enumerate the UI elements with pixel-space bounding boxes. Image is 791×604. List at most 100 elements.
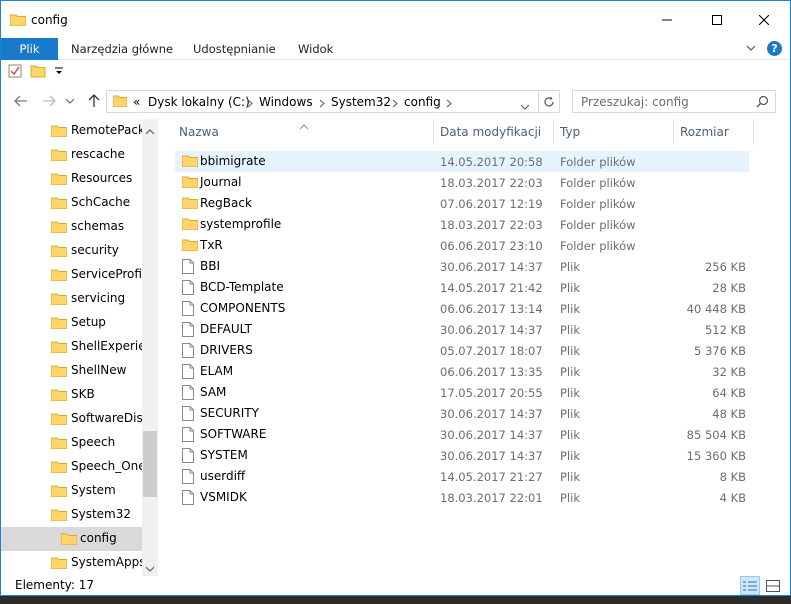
nav-item[interactable]: ServiceProfiles [1, 263, 142, 287]
column-header-type[interactable]: Typ [560, 119, 580, 145]
folder-icon [60, 532, 78, 548]
column-divider[interactable] [753, 119, 754, 145]
scrollbar-thumb[interactable] [143, 431, 157, 497]
forward-button[interactable] [41, 93, 57, 109]
file-date: 06.06.2017 13:14 [440, 302, 543, 316]
explorer-window: config Plik Narzędzia główne Udostępnian… [0, 0, 791, 596]
nav-item[interactable]: Speech_OneCore [1, 455, 142, 479]
nav-item[interactable]: ShellExperiences [1, 335, 142, 359]
minimize-button[interactable] [644, 1, 690, 38]
column-header-size[interactable]: Rozmiar [680, 119, 729, 145]
tab-file[interactable]: Plik [1, 38, 58, 60]
file-row[interactable]: BCD-Template 14.05.2017 21:42 Plik 28 KB [175, 277, 749, 298]
ribbon-expand-button[interactable] [745, 41, 757, 58]
nav-item[interactable]: SoftwareDistribution [1, 407, 142, 431]
help-button[interactable]: ? [767, 41, 782, 56]
nav-item[interactable]: Setup [1, 311, 142, 335]
file-row[interactable]: TxR 06.06.2017 23:10 Folder plików [175, 235, 749, 256]
file-row[interactable]: SOFTWARE 30.06.2017 14:37 Plik 85 504 KB [175, 424, 749, 445]
file-row[interactable]: BBI 30.06.2017 14:37 Plik 256 KB [175, 256, 749, 277]
recent-locations-button[interactable] [65, 93, 75, 109]
breadcrumb-overflow[interactable]: « [133, 95, 140, 109]
file-type: Plik [560, 260, 580, 274]
nav-item[interactable]: security [1, 239, 142, 263]
column-divider[interactable] [673, 119, 674, 145]
address-bar[interactable]: « Dysk lokalny (C:) Windows System32 con… [106, 90, 560, 113]
chevron-right-icon[interactable] [319, 97, 325, 111]
nav-item[interactable]: config [1, 527, 142, 551]
folder-icon [50, 268, 68, 284]
folder-icon [50, 508, 68, 524]
nav-item[interactable]: SKB [1, 383, 142, 407]
nav-item[interactable]: Speech [1, 431, 142, 455]
breadcrumb-config[interactable]: config [404, 95, 441, 109]
column-header-date[interactable]: Data modyfikacji [440, 119, 541, 145]
file-row[interactable]: userdiff 14.05.2017 21:27 Plik 8 KB [175, 466, 749, 487]
file-type: Plik [560, 407, 580, 421]
customize-toolbar-button[interactable] [55, 66, 63, 80]
up-button[interactable] [86, 93, 102, 109]
title-bar[interactable]: config [1, 1, 790, 38]
new-folder-button[interactable] [30, 64, 46, 81]
nav-item[interactable]: schemas [1, 215, 142, 239]
file-row[interactable]: Journal 18.03.2017 22:03 Folder plików [175, 172, 749, 193]
nav-item[interactable]: Resources [1, 167, 142, 191]
back-button[interactable] [13, 93, 29, 109]
file-row[interactable]: bbimigrate 14.05.2017 20:58 Folder plików [175, 151, 749, 172]
nav-item[interactable]: SystemApps [1, 551, 142, 575]
navigation-pane: RemotePackages rescache Resources SchCache s… [1, 119, 158, 576]
maximize-button[interactable] [694, 1, 740, 38]
search-icon[interactable] [756, 95, 769, 111]
file-row[interactable]: VSMIDK 18.03.2017 22:01 Plik 4 KB [175, 487, 749, 508]
nav-item[interactable]: System32 [1, 503, 142, 527]
column-divider[interactable] [553, 119, 554, 145]
properties-button[interactable] [8, 64, 22, 81]
file-row[interactable]: systemprofile 18.03.2017 22:03 Folder plik… [175, 214, 749, 235]
file-row[interactable]: SECURITY 30.06.2017 14:37 Plik 48 KB [175, 403, 749, 424]
file-name: SOFTWARE [200, 427, 267, 441]
tab-view[interactable]: Widok [298, 38, 333, 60]
nav-item[interactable]: ShellNew [1, 359, 142, 383]
nav-scrollbar[interactable] [142, 119, 158, 576]
file-row[interactable]: SYSTEM 30.06.2017 14:37 Plik 15 360 KB [175, 445, 749, 466]
breadcrumb-drive[interactable]: Dysk lokalny (C:) [148, 95, 250, 109]
file-row[interactable]: RegBack 07.06.2017 12:19 Folder plików [175, 193, 749, 214]
file-row[interactable]: DRIVERS 05.07.2017 18:07 Plik 5 376 KB [175, 340, 749, 361]
nav-item[interactable]: SchCache [1, 191, 142, 215]
address-dropdown-button[interactable] [520, 99, 530, 113]
chevron-right-icon[interactable] [446, 97, 452, 111]
nav-item[interactable]: rescache [1, 143, 142, 167]
chevron-right-icon[interactable] [247, 97, 253, 111]
column-header-name[interactable]: Nazwa [179, 119, 219, 145]
file-row[interactable]: DEFAULT 30.06.2017 14:37 Plik 512 KB [175, 319, 749, 340]
back-arrow-icon [14, 95, 27, 107]
scroll-up-arrow-icon[interactable] [145, 124, 155, 138]
folder-icon [181, 154, 199, 170]
nav-item[interactable]: servicing [1, 287, 142, 311]
chevron-right-icon[interactable] [392, 97, 398, 111]
close-button[interactable] [741, 1, 787, 38]
file-row[interactable]: SAM 17.05.2017 20:55 Plik 64 KB [175, 382, 749, 403]
nav-item-label: Resources [71, 171, 133, 185]
nav-item[interactable]: System [1, 479, 142, 503]
breadcrumb-windows[interactable]: Windows [259, 95, 313, 109]
details-view-button[interactable] [740, 576, 760, 595]
file-row[interactable]: ELAM 06.06.2017 13:35 Plik 32 KB [175, 361, 749, 382]
folder-icon [181, 175, 199, 191]
file-name: RegBack [200, 196, 252, 210]
file-row[interactable]: COMPONENTS 06.06.2017 13:14 Plik 40 448 KB [175, 298, 749, 319]
breadcrumb-system32[interactable]: System32 [331, 95, 391, 109]
large-icons-view-button[interactable] [763, 576, 783, 595]
search-placeholder[interactable]: Przeszukaj: config [581, 95, 689, 109]
file-name: DEFAULT [200, 322, 252, 336]
file-type: Plik [560, 365, 580, 379]
tab-home[interactable]: Narzędzia główne [71, 38, 173, 60]
file-size: 64 KB [712, 386, 746, 400]
nav-item[interactable]: RemotePackages [1, 119, 142, 143]
scroll-down-arrow-icon[interactable] [145, 561, 155, 575]
folder-icon [50, 244, 68, 260]
column-divider[interactable] [433, 119, 434, 145]
refresh-button[interactable] [538, 91, 559, 112]
tab-share[interactable]: Udostępnianie [193, 38, 276, 60]
search-box[interactable]: Przeszukaj: config [572, 90, 776, 113]
